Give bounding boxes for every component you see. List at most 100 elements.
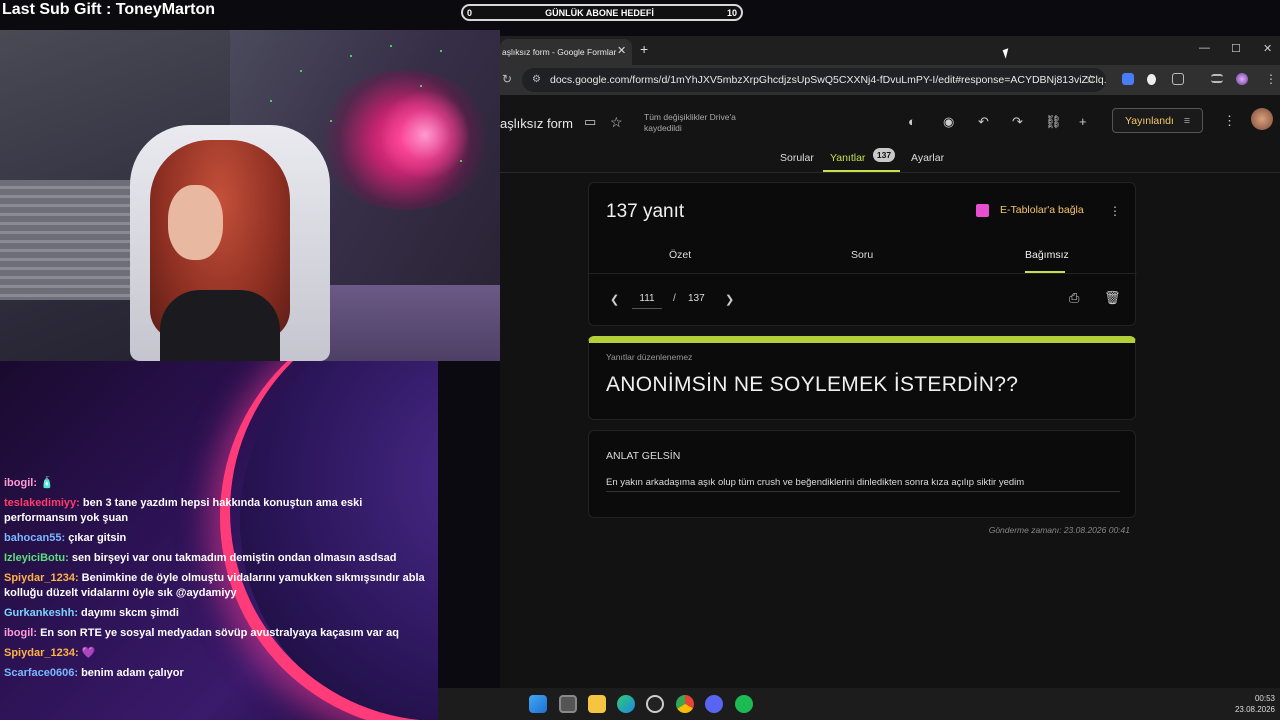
- tab-settings[interactable]: Ayarlar: [911, 152, 944, 164]
- clock-time: 00:53: [1254, 694, 1275, 703]
- avatar[interactable]: [1251, 108, 1273, 130]
- responses-more-icon[interactable]: ⋮: [1109, 204, 1121, 218]
- active-tab-indicator: [823, 170, 900, 172]
- response-count-badge: 137: [873, 148, 895, 162]
- chat-text: 🧴: [40, 477, 54, 489]
- tab-close-icon[interactable]: ✕: [617, 44, 626, 57]
- star-light: [300, 70, 302, 72]
- site-info-icon[interactable]: ⚙: [532, 74, 541, 85]
- link-to-sheets-button[interactable]: E-Tablolar'a bağla: [1000, 204, 1084, 216]
- chat-username[interactable]: Spiydar_1234: [4, 647, 75, 659]
- chat-message: Gurkankeshh: dayımı skcm şimdi: [4, 606, 434, 621]
- extension-icon[interactable]: [1147, 74, 1156, 85]
- chat-username[interactable]: ibogil: [4, 477, 33, 489]
- new-tab-icon[interactable]: +: [640, 41, 648, 57]
- print-icon[interactable]: ⎙: [1069, 290, 1079, 306]
- screen: Last Sub Gift : ToneyMarton 0 GÜNLÜK ABO…: [0, 0, 1280, 720]
- chrome-icon[interactable]: [676, 695, 694, 713]
- reload-icon[interactable]: ↻: [502, 72, 512, 86]
- file-explorer-icon[interactable]: [588, 695, 606, 713]
- page-separator: /: [673, 293, 676, 304]
- minimize-icon[interactable]: —: [1199, 42, 1210, 54]
- streamer-face: [168, 185, 223, 260]
- media-control-icon[interactable]: [1211, 74, 1223, 83]
- chat-username[interactable]: Gurkankeshh: [4, 607, 74, 619]
- subtab-individual[interactable]: Bağımsız: [1025, 249, 1069, 261]
- star-light: [440, 50, 442, 52]
- chat-message: bahocan55: çıkar gitsin: [4, 531, 434, 546]
- profile-icon[interactable]: [1236, 73, 1248, 85]
- chat-message: teslakedimiyy: ben 3 tane yazdım hepsi h…: [4, 496, 434, 526]
- chat-text: En son RTE ye sosyal medyadan sövüp avus…: [40, 627, 399, 639]
- question-card: ANLAT GELSİN En yakın arkadaşıma aşık ol…: [588, 430, 1136, 518]
- question-label: ANLAT GELSİN: [606, 450, 681, 462]
- chat-username[interactable]: Scarface0606: [4, 667, 74, 679]
- undo-icon[interactable]: ↶: [978, 114, 989, 130]
- app-icon[interactable]: [646, 695, 664, 713]
- tab-title: aşlıksız form - Google Formlar: [502, 47, 617, 57]
- browser-menu-icon[interactable]: ⋮: [1265, 72, 1277, 86]
- task-view-icon[interactable]: [559, 695, 577, 713]
- delete-icon[interactable]: 🗑: [1104, 290, 1121, 306]
- close-window-icon[interactable]: ✕: [1263, 42, 1272, 55]
- next-response-icon[interactable]: ❯: [725, 293, 734, 306]
- url-bar[interactable]: docs.google.com/forms/d/1mYhJXV5mbzXrpGh…: [522, 68, 1106, 92]
- chat-username[interactable]: Spiydar_1234: [4, 572, 75, 584]
- windows-icon[interactable]: [529, 695, 547, 713]
- star-icon[interactable]: ☆: [610, 114, 623, 131]
- link-icon[interactable]: ⛓: [1045, 114, 1062, 130]
- add-collaborator-icon[interactable]: +: [1079, 114, 1087, 129]
- spotify-icon[interactable]: [735, 695, 753, 713]
- discord-icon[interactable]: [705, 695, 723, 713]
- chat-separator: :: [74, 572, 82, 584]
- star-light: [420, 85, 422, 87]
- extensions-puzzle-icon[interactable]: [1172, 73, 1184, 85]
- chat-username[interactable]: bahocan55: [4, 532, 61, 544]
- webcam-feed: [0, 30, 500, 361]
- submission-time: Gönderme zamanı: 23.08.2026 00:41: [988, 525, 1130, 535]
- published-label: Yayınlandı: [1125, 114, 1174, 127]
- chat-username[interactable]: ibogil: [4, 627, 33, 639]
- tab-questions[interactable]: Sorular: [780, 152, 814, 164]
- chat-username[interactable]: teslakedimiyy: [4, 497, 76, 509]
- goal-max: 10: [726, 7, 737, 18]
- subtab-question[interactable]: Soru: [851, 249, 873, 261]
- edge-icon[interactable]: [617, 695, 635, 713]
- bookmark-star-icon[interactable]: ☆: [1085, 72, 1096, 86]
- translate-extension-icon[interactable]: [1122, 73, 1134, 85]
- response-number-input[interactable]: 111: [632, 289, 662, 309]
- chat-message: Spiydar_1234: 💜: [4, 646, 434, 661]
- chat-username[interactable]: IzleyiciBotu: [4, 552, 65, 564]
- palette-icon[interactable]: ◐: [908, 114, 916, 129]
- chat-text: benim adam çalıyor: [81, 667, 184, 679]
- maximize-icon[interactable]: ☐: [1231, 42, 1241, 55]
- window-blinds: [0, 180, 150, 300]
- chat-text: 💜: [81, 647, 96, 659]
- form-title[interactable]: aşlıksız form: [500, 116, 573, 131]
- publish-settings-icon: ≡: [1183, 114, 1190, 127]
- chat-text: dayımı skcm şimdi: [81, 607, 179, 619]
- chat-message: Scarface0606: benim adam çalıyor: [4, 666, 434, 681]
- tab-responses[interactable]: Yanıtlar: [830, 152, 865, 164]
- published-button[interactable]: Yayınlandı ≡: [1112, 108, 1203, 133]
- form-title-card: Yanıtlar düzenlenemez ANONİMSİN NE SOYLE…: [588, 336, 1136, 420]
- clock[interactable]: 00:53 23.08.2026: [1215, 693, 1275, 715]
- chat-separator: :: [65, 552, 72, 564]
- previous-response-icon[interactable]: ❮: [610, 293, 619, 306]
- divider: [589, 273, 1137, 274]
- folder-icon[interactable]: ▭: [584, 114, 596, 130]
- star-light: [390, 45, 392, 47]
- chat-message: IzleyiciBotu: sen birşeyi var onu takmad…: [4, 551, 434, 566]
- answer-text: En yakın arkadaşıma aşık olup tüm crush …: [606, 477, 1120, 492]
- save-status: Tüm değişiklikler Drive'a kaydedildi: [644, 112, 736, 133]
- browser-tab[interactable]: aşlıksız form - Google Formlar: [500, 39, 632, 65]
- sheets-icon[interactable]: [976, 204, 989, 217]
- star-light: [350, 55, 352, 57]
- more-options-icon[interactable]: ⋮: [1223, 113, 1236, 129]
- subtab-summary[interactable]: Özet: [669, 249, 691, 261]
- redo-icon[interactable]: ↷: [1012, 114, 1023, 130]
- star-light: [460, 160, 462, 162]
- preview-eye-icon[interactable]: ◉: [943, 114, 954, 130]
- light-glow: [380, 90, 470, 180]
- goal-label: GÜNLÜK ABONE HEDEFİ: [545, 7, 654, 18]
